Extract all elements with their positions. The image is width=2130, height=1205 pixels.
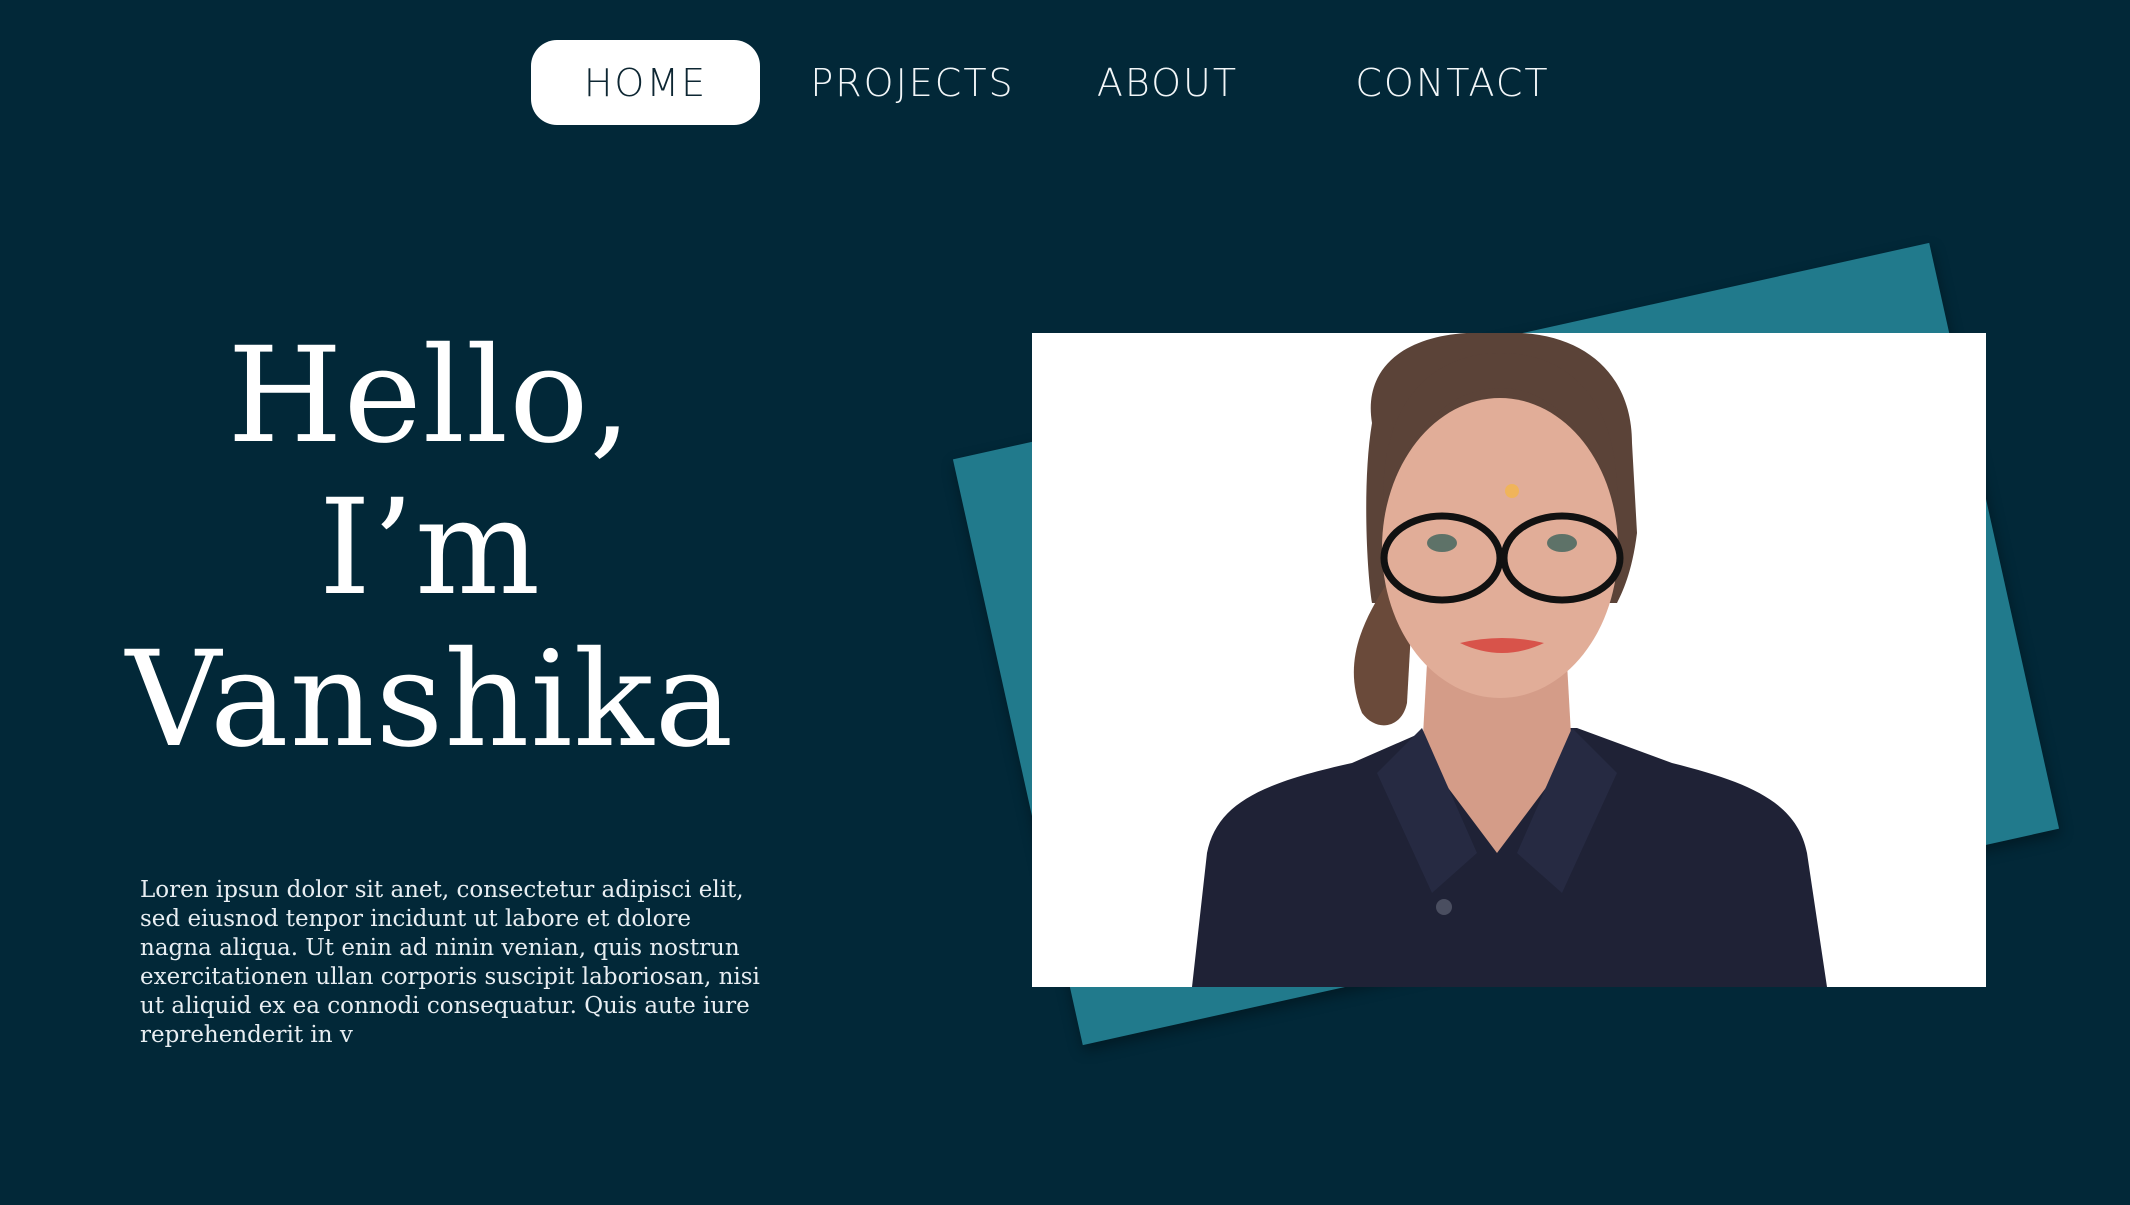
portrait-illustration bbox=[1032, 333, 1986, 987]
top-navigation: Home Projects About Contact bbox=[0, 0, 2130, 170]
hero-name: Vanshika bbox=[125, 623, 735, 777]
nav-projects-link[interactable]: Projects bbox=[805, 40, 1020, 125]
nav-contact-link[interactable]: Contact bbox=[1355, 40, 1550, 125]
intro-paragraph: Loren ipsun dolor sit anet, consectetur … bbox=[140, 877, 760, 1048]
nav-home-button[interactable]: Home bbox=[531, 40, 760, 125]
hero-greeting: Hello, bbox=[227, 319, 633, 473]
hero-heading: Hello, I’m Vanshika bbox=[120, 320, 740, 776]
hero-im: I’m bbox=[318, 471, 542, 625]
profile-photo bbox=[1032, 333, 1986, 987]
nav-about-link[interactable]: About bbox=[1090, 40, 1245, 125]
